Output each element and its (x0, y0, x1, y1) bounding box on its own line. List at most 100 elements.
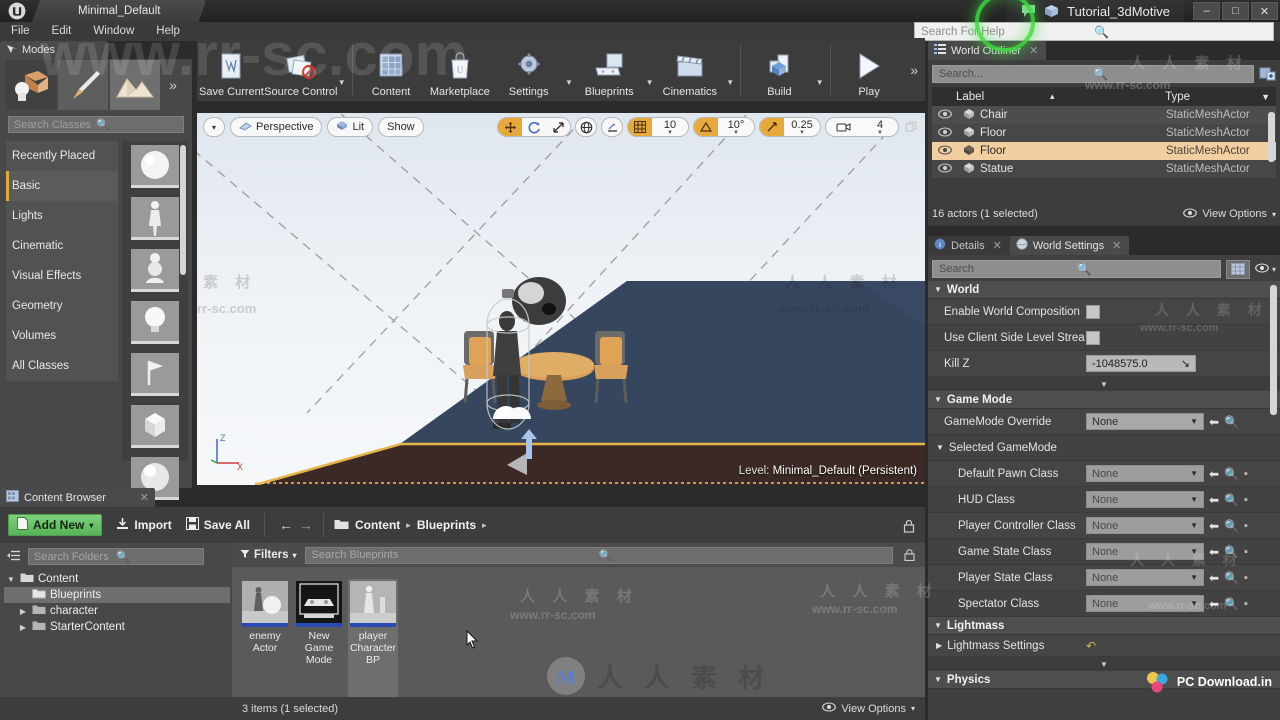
table-row[interactable]: Statue StaticMeshActor (932, 160, 1276, 178)
marketplace-button[interactable]: U Marketplace (425, 38, 494, 101)
tree-item-character[interactable]: ▶ character (4, 603, 230, 619)
blueprints-button[interactable]: Blueprints (575, 38, 644, 101)
lock-icon[interactable] (903, 519, 915, 536)
build-button[interactable]: Build (745, 38, 814, 101)
reset-to-default-icon[interactable]: ⬅ (1209, 467, 1219, 481)
enable-world-composition-checkbox[interactable] (1086, 304, 1100, 319)
category-geometry[interactable]: Geometry (6, 291, 118, 321)
rotation-snap-icon[interactable] (694, 118, 718, 136)
expander-icon[interactable]: ▶ (936, 641, 942, 650)
toolbar-overflow-button[interactable]: » (903, 38, 925, 101)
table-row[interactable]: Floor StaticMeshActor (932, 142, 1276, 160)
tree-item-startercontent[interactable]: ▶ StarterContent (4, 619, 230, 635)
landscape-mode-button[interactable] (110, 60, 160, 110)
section-game-mode[interactable]: ▼ Game Mode (928, 391, 1280, 409)
section-lightmass[interactable]: ▼ Lightmass (928, 617, 1280, 635)
more-options-icon[interactable]: ▪ (1244, 546, 1248, 558)
camera-speed-icon[interactable] (826, 118, 862, 136)
asset-tile-player-character-bp[interactable]: player Character BP (348, 579, 398, 697)
blueprints-caret-icon[interactable]: ▼ (644, 38, 656, 101)
level-viewport[interactable]: 素 材 rr-sc.com 人 人 素 材 www.rr-sc.com Z X … (197, 113, 925, 485)
asset-tile-enemy-actor[interactable]: enemy Actor (240, 579, 290, 697)
reset-to-default-icon[interactable]: ⬅ (1209, 597, 1219, 611)
tab-content-browser[interactable]: Content Browser ✕ (0, 488, 155, 507)
perspective-button[interactable]: Perspective (230, 117, 323, 137)
outliner-type-column[interactable]: Type (1165, 91, 1261, 103)
outliner-view-options-button[interactable]: View Options ▾ (1183, 207, 1276, 221)
search-folders-input[interactable]: Search Folders 🔍 (28, 548, 204, 565)
breadcrumb-arrow-icon[interactable]: ▸ (406, 520, 411, 531)
tree-item-blueprints[interactable]: Blueprints (4, 587, 230, 603)
category-volumes[interactable]: Volumes (6, 321, 118, 351)
browse-asset-icon[interactable]: 🔍 (1224, 519, 1239, 533)
scale-snap-value-button[interactable]: 0.25 ▼ (784, 118, 820, 136)
eye-icon[interactable] (932, 126, 958, 140)
maximize-button[interactable]: □ (1222, 2, 1249, 20)
details-search-input[interactable]: Search 🔍 (932, 260, 1221, 278)
hud-class-select[interactable]: None ▼ (1086, 491, 1204, 508)
expander-icon[interactable]: ▼ (6, 575, 16, 584)
lightmass-section-expander[interactable]: ▼ (928, 657, 1280, 671)
gamemode-override-select[interactable]: None ▼ (1086, 413, 1204, 430)
tab-details[interactable]: i Details ✕ (928, 236, 1010, 255)
reset-to-default-icon[interactable]: ⬅ (1209, 519, 1219, 533)
settings-button[interactable]: Settings (494, 38, 563, 101)
content-view-options-button[interactable]: View Options ▾ (822, 702, 915, 715)
back-button[interactable]: ← (279, 517, 293, 533)
add-new-button[interactable]: Add New ▾ (8, 514, 103, 536)
expander-icon[interactable]: ▶ (18, 623, 28, 632)
save-all-button[interactable]: Save All (185, 517, 250, 533)
browse-asset-icon[interactable]: 🔍 (1224, 467, 1239, 481)
sphere-actor-icon[interactable] (131, 145, 179, 188)
eye-icon[interactable] (932, 144, 958, 158)
tree-item-content[interactable]: ▼ Content (4, 571, 230, 587)
viewport-options-button[interactable]: ▾ (203, 117, 225, 137)
table-row[interactable]: Chair StaticMeshActor (932, 106, 1276, 124)
playerstart-actor-icon[interactable] (131, 353, 179, 396)
close-icon[interactable]: ✕ (1029, 44, 1038, 57)
category-recently-placed[interactable]: Recently Placed (6, 141, 118, 171)
drag-handle-icon[interactable]: ↘ (1181, 357, 1190, 370)
import-button[interactable]: Import (116, 517, 172, 533)
view-mode-button[interactable]: Lit (327, 117, 374, 137)
column-filter-icon[interactable]: ▼ (1261, 92, 1276, 102)
camera-speed-value-button[interactable]: 4 ▼ (862, 118, 898, 136)
help-search-input[interactable]: Search For Help 🔍 (914, 22, 1274, 41)
scale-snap-icon[interactable] (760, 118, 784, 136)
more-options-icon[interactable]: ▪ (1244, 598, 1248, 610)
expander-icon[interactable]: ▼ (936, 443, 944, 452)
project-tab[interactable]: Minimal_Default (32, 0, 206, 22)
close-icon[interactable]: ✕ (993, 239, 1002, 252)
eye-icon[interactable] (932, 108, 958, 122)
more-options-icon[interactable]: ▪ (1244, 468, 1248, 480)
filters-button[interactable]: Filters ▾ (240, 549, 297, 562)
maximize-viewport-button[interactable] (903, 121, 919, 133)
cube-actor-icon[interactable] (131, 405, 179, 448)
browse-asset-icon[interactable]: 🔍 (1224, 571, 1239, 585)
game-state-class-select[interactable]: None ▼ (1086, 543, 1204, 560)
breadcrumb-blueprints[interactable]: Blueprints (417, 518, 476, 532)
player-state-class-select[interactable]: None ▼ (1086, 569, 1204, 586)
surface-snap-button[interactable] (601, 117, 623, 137)
reset-to-default-icon[interactable]: ⬅ (1209, 571, 1219, 585)
table-row[interactable]: Floor StaticMeshActor (932, 124, 1276, 142)
build-caret-icon[interactable]: ▼ (814, 38, 826, 101)
default-pawn-class-select[interactable]: None ▼ (1086, 465, 1204, 482)
menu-window[interactable]: Window (82, 22, 145, 41)
more-options-icon[interactable]: ▪ (1244, 520, 1248, 532)
reset-to-default-icon[interactable]: ⬅ (1209, 493, 1219, 507)
display-grid-button[interactable] (1225, 259, 1250, 279)
details-view-options-button[interactable]: ▾ (1255, 262, 1276, 276)
browse-asset-icon[interactable]: 🔍 (1224, 597, 1239, 611)
cinematics-button[interactable]: Cinematics (655, 38, 724, 101)
eye-icon[interactable] (932, 162, 958, 176)
rotation-snap-value-button[interactable]: 10° ▼ (718, 118, 754, 136)
grid-snap-value-button[interactable]: 10 ▼ (652, 118, 688, 136)
world-section-expander[interactable]: ▼ (928, 377, 1280, 391)
category-all-classes[interactable]: All Classes (6, 351, 118, 381)
assets-lock-icon[interactable] (901, 549, 917, 561)
more-options-icon[interactable]: ▪ (1244, 572, 1248, 584)
forward-button[interactable]: → (299, 517, 313, 533)
asset-tile-new-game-mode[interactable]: New Game Mode (294, 579, 344, 697)
pointlight-actor-icon[interactable] (131, 301, 179, 344)
